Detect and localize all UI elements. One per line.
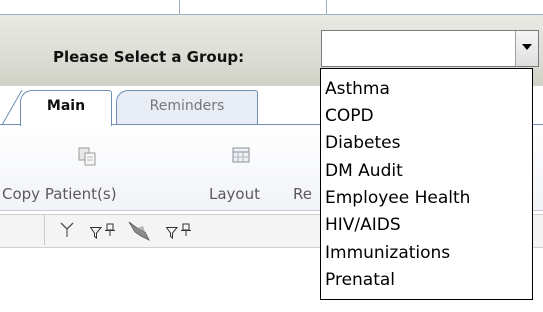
dropdown-option-employee-health[interactable]: Employee Health (325, 188, 470, 208)
chevron-down-icon (522, 44, 532, 50)
filter-icon[interactable] (89, 224, 103, 243)
flag-icon[interactable] (60, 222, 74, 242)
top-strip-divider (179, 0, 180, 14)
dropdown-option-asthma[interactable]: Asthma (325, 79, 390, 99)
filter-icon[interactable] (165, 224, 179, 243)
dropdown-option-diabetes[interactable]: Diabetes (325, 133, 400, 153)
bird-icon[interactable] (127, 220, 151, 246)
dropdown-option-hiv-aids[interactable]: HIV/AIDS (325, 215, 401, 235)
copy-patients-button[interactable]: Copy Patient(s) (2, 185, 117, 203)
top-strip (0, 0, 543, 15)
dropdown-option-dm-audit[interactable]: DM Audit (325, 161, 403, 181)
pin-icon[interactable] (180, 222, 192, 241)
group-select-label: Please Select a Group: (53, 48, 245, 66)
top-strip-divider (326, 0, 327, 14)
tab-main-edge (2, 89, 23, 126)
ribbon-item-partial[interactable]: Re (293, 185, 312, 203)
tab-reminders[interactable]: Reminders (116, 90, 258, 124)
group-dropdown-list: Asthma COPD Diabetes DM Audit Employee H… (320, 68, 533, 300)
layout-button[interactable]: Layout (209, 185, 260, 203)
tab-main[interactable]: Main (20, 90, 112, 126)
pin-icon[interactable] (104, 222, 116, 241)
dropdown-option-immunizations[interactable]: Immunizations (325, 243, 450, 263)
group-select-dropdown-button[interactable] (515, 31, 538, 66)
group-select[interactable] (321, 30, 539, 67)
layout-grid-icon[interactable] (232, 147, 252, 167)
dropdown-option-prenatal[interactable]: Prenatal (325, 270, 395, 290)
toolbar-separator (44, 215, 45, 245)
copy-icon[interactable] (78, 147, 98, 167)
dropdown-option-copd[interactable]: COPD (325, 106, 374, 126)
